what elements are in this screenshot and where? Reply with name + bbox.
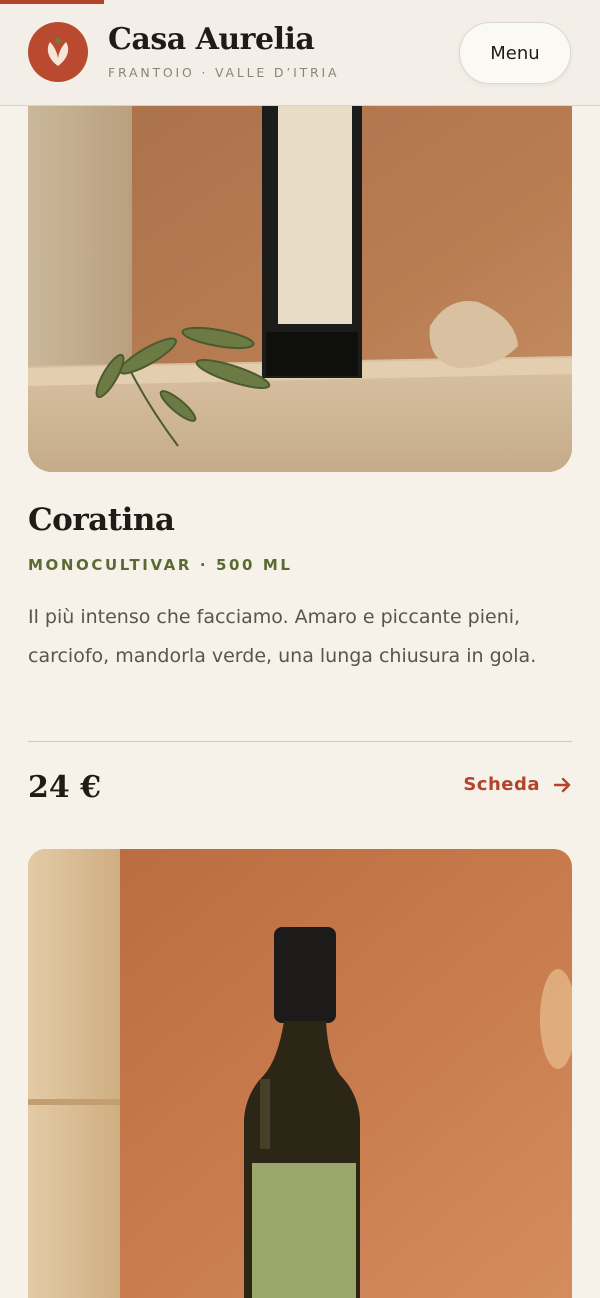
- product-price: 24 €: [28, 770, 102, 805]
- scroll-progress-bar: [0, 0, 104, 4]
- product-meta: MONOCULTIVAR · 500 ML: [28, 556, 293, 574]
- brand-title[interactable]: Casa Aurelia: [108, 22, 315, 57]
- brand-subtitle: FRANTOIO · VALLE D’ITRIA: [108, 65, 340, 80]
- divider: [28, 741, 572, 742]
- menu-button[interactable]: Menu: [459, 22, 571, 84]
- product-name[interactable]: Coratina: [28, 502, 175, 538]
- product-image-next[interactable]: [28, 849, 572, 1298]
- logo[interactable]: [28, 22, 88, 82]
- arrow-right-icon: [554, 777, 571, 792]
- product-description: Il più intenso che facciamo. Amaro e pic…: [28, 606, 537, 667]
- product-image-coratina[interactable]: [28, 106, 572, 472]
- page: Casa Aurelia FRANTOIO · VALLE D’ITRIA Me…: [0, 0, 600, 1298]
- olive-leaf-icon: [47, 38, 69, 66]
- site-header: Casa Aurelia FRANTOIO · VALLE D’ITRIA Me…: [0, 0, 600, 106]
- product-details-link[interactable]: Scheda: [463, 774, 572, 795]
- product-details-label: Scheda: [463, 774, 540, 795]
